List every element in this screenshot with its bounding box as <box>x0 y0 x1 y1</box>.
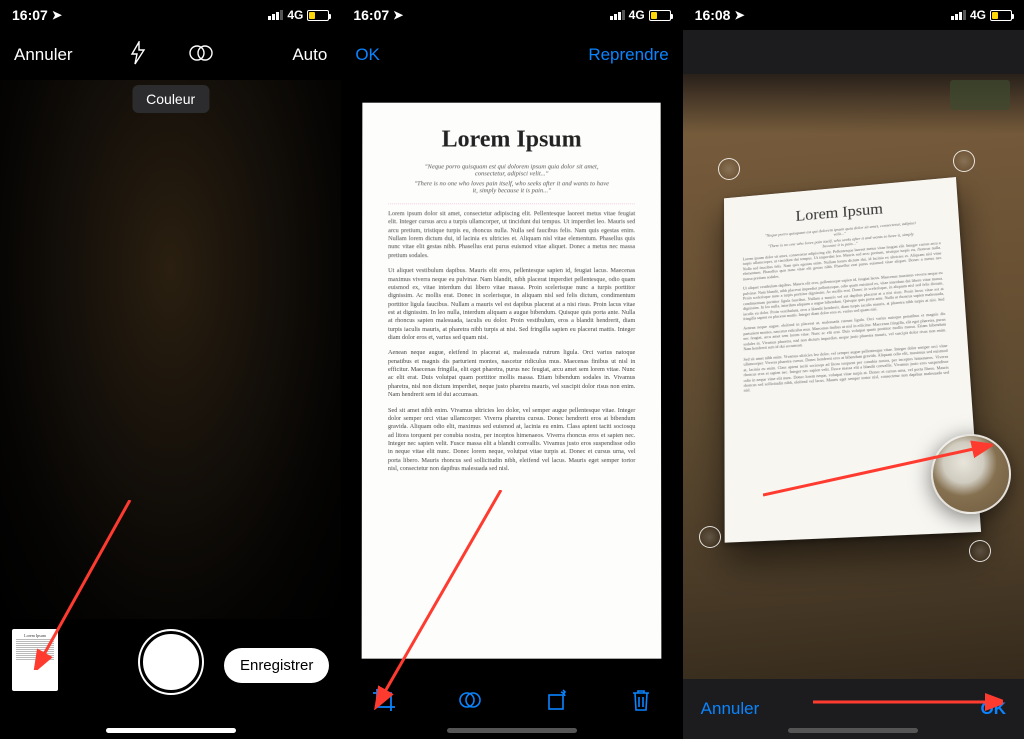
crop-icon[interactable] <box>371 687 397 718</box>
shutter-button[interactable] <box>138 629 204 695</box>
crop-viewport[interactable]: Lorem Ipsum "Neque porro quisquam est qu… <box>683 74 1024 679</box>
doc-subtitle: "Neque porro quisquam est qui dolorem ip… <box>413 163 610 177</box>
crop-handle-top-right[interactable] <box>953 150 975 172</box>
screen-scan-camera: 16:07 ➤ 4G Annuler Auto Couleur Lorem Ip… <box>0 0 341 739</box>
doc-paragraph: Sed sit amet nibh enim. Vivamus ultricie… <box>743 343 949 394</box>
doc-title: Lorem Ipsum <box>795 200 883 226</box>
signal-icon <box>951 10 966 20</box>
status-bar: 16:07 ➤ 4G <box>341 0 682 30</box>
scan-thumbnail[interactable]: Lorem Ipsum <box>12 629 58 691</box>
scan-topbar: Annuler Auto <box>0 30 341 80</box>
rotate-icon[interactable] <box>543 687 569 718</box>
filter-icon[interactable] <box>457 687 483 718</box>
crop-handle-bottom-left[interactable] <box>699 526 721 548</box>
preview-topbar: OK Reprendre <box>341 30 682 80</box>
network-label: 4G <box>629 8 645 22</box>
signal-icon <box>268 10 283 20</box>
preview-toolbar <box>341 679 682 725</box>
location-icon: ➤ <box>393 8 403 22</box>
screen-crop-adjust: 16:08 ➤ 4G Lorem Ipsum "Neque porro quis… <box>683 0 1024 739</box>
save-button[interactable]: Enregistrer <box>224 648 329 683</box>
retake-button[interactable]: Reprendre <box>588 45 668 65</box>
trash-icon[interactable] <box>629 687 653 718</box>
crop-handle-top-left[interactable] <box>718 158 740 180</box>
camera-viewport <box>0 80 341 619</box>
status-time: 16:07 ➤ <box>12 7 62 23</box>
doc-subtitle: "There is no one who loves pain itself, … <box>413 180 611 194</box>
network-label: 4G <box>970 8 986 22</box>
home-indicator[interactable] <box>447 728 577 733</box>
signal-icon <box>610 10 625 20</box>
status-time: 16:08 ➤ <box>695 7 745 23</box>
document-preview: Lorem Ipsum "Neque porro quisquam est qu… <box>349 90 674 669</box>
magnifier-loupe <box>931 434 1011 514</box>
status-bar: 16:08 ➤ 4G <box>683 0 1024 30</box>
cancel-button[interactable]: Annuler <box>14 45 73 65</box>
flash-icon[interactable] <box>128 41 148 70</box>
ok-button[interactable]: OK <box>355 45 380 65</box>
location-icon: ➤ <box>52 8 62 22</box>
doc-paragraph: Aenean neque augue, eleifend in placerat… <box>388 349 635 399</box>
network-label: 4G <box>287 8 303 22</box>
status-bar: 16:07 ➤ 4G <box>0 0 341 30</box>
color-pill: Couleur <box>132 85 209 113</box>
battery-icon <box>990 10 1012 21</box>
cancel-button[interactable]: Annuler <box>701 699 760 719</box>
filter-icon[interactable] <box>188 41 214 70</box>
screen-scan-preview: 16:07 ➤ 4G OK Reprendre Lorem Ipsum "Neq… <box>341 0 682 739</box>
location-icon: ➤ <box>734 8 744 22</box>
status-time: 16:07 ➤ <box>353 7 403 23</box>
home-indicator[interactable] <box>788 728 918 733</box>
battery-icon <box>649 10 671 21</box>
crop-handle-bottom-right[interactable] <box>969 540 991 562</box>
auto-mode-button[interactable]: Auto <box>292 45 327 65</box>
doc-title: Lorem Ipsum <box>442 126 582 153</box>
doc-paragraph: Ut aliquet vestibulum dapibus. Mauris el… <box>388 267 635 342</box>
home-indicator[interactable] <box>106 728 236 733</box>
ok-button[interactable]: OK <box>980 699 1006 719</box>
doc-paragraph: Lorem ipsum dolor sit amet, consectetur … <box>388 210 635 260</box>
battery-icon <box>307 10 329 21</box>
doc-paragraph: Sed sit amet nibh enim. Vivamus ultricie… <box>388 406 635 473</box>
